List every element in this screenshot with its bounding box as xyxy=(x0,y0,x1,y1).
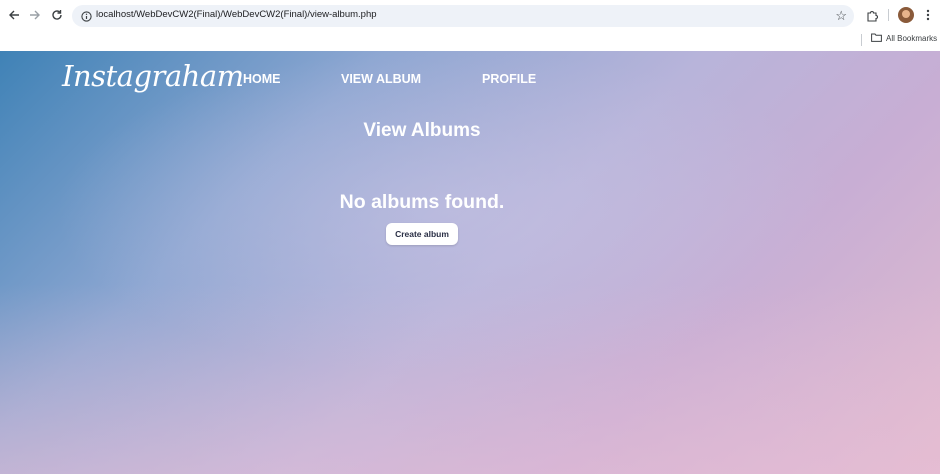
all-bookmarks-button[interactable]: All Bookmarks xyxy=(871,33,937,44)
url-text[interactable]: localhost/WebDevCW2(Final)/WebDevCW2(Fin… xyxy=(96,9,377,20)
address-bar[interactable]: localhost/WebDevCW2(Final)/WebDevCW2(Fin… xyxy=(72,5,854,27)
avatar[interactable] xyxy=(898,7,914,23)
site-info-icon[interactable] xyxy=(79,9,93,23)
page-title: View Albums xyxy=(363,120,481,141)
nav-home[interactable]: HOME xyxy=(243,72,281,86)
puzzle-icon[interactable] xyxy=(864,7,880,23)
reload-icon[interactable] xyxy=(48,6,66,24)
all-bookmarks-label: All Bookmarks xyxy=(886,34,938,43)
nav-profile[interactable]: PROFILE xyxy=(482,72,536,86)
star-icon[interactable]: ☆ xyxy=(835,8,847,24)
back-arrow-icon[interactable] xyxy=(5,6,23,24)
kebab-menu-icon[interactable] xyxy=(920,7,936,23)
toolbar-divider xyxy=(888,9,889,21)
create-album-button[interactable]: Create album xyxy=(386,223,458,245)
empty-state-message: No albums found. xyxy=(339,191,505,213)
bookmarks-divider xyxy=(861,34,862,46)
nav-view-album[interactable]: VIEW ALBUM xyxy=(341,72,421,86)
browser-toolbar: localhost/WebDevCW2(Final)/WebDevCW2(Fin… xyxy=(0,0,940,31)
site-logo[interactable]: Instagraham xyxy=(62,59,244,93)
page-background: Instagraham HOME VIEW ALBUM PROFILE View… xyxy=(0,51,940,474)
folder-icon xyxy=(871,33,882,44)
forward-arrow-icon[interactable] xyxy=(26,6,44,24)
bookmarks-bar: All Bookmarks xyxy=(0,31,940,51)
